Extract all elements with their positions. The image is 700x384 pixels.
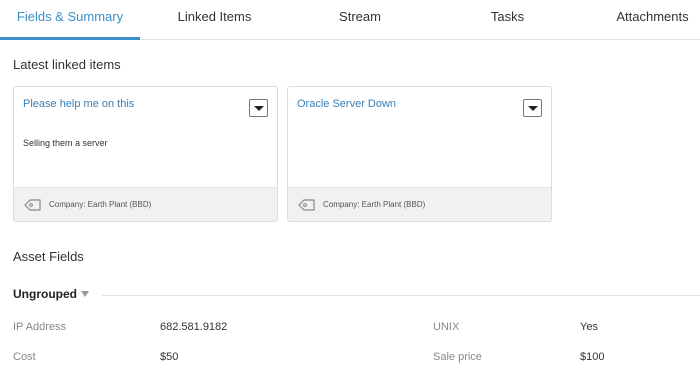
tag-icon: [298, 199, 315, 211]
tab-linked-items[interactable]: Linked Items: [157, 0, 272, 40]
linked-item-title[interactable]: Oracle Server Down: [297, 98, 396, 110]
field-label-sale-price: Sale price: [433, 351, 482, 363]
field-value-sale-price: $100: [580, 351, 605, 363]
tab-stream[interactable]: Stream: [315, 0, 405, 40]
card-menu-button[interactable]: [249, 99, 268, 117]
group-label[interactable]: Ungrouped: [13, 287, 77, 301]
group-divider: [102, 295, 700, 296]
company-label: Company: Earth Plant (BBD): [323, 200, 426, 209]
active-tab-indicator: [0, 37, 140, 40]
linked-item-card[interactable]: Oracle Server Down Company: Earth Plant …: [287, 86, 552, 222]
caret-down-icon[interactable]: [81, 291, 89, 297]
linked-item-description: Selling them a server: [23, 138, 108, 148]
tag-icon: [24, 199, 41, 211]
tab-fields-summary[interactable]: Fields & Summary: [0, 0, 140, 40]
linked-item-card[interactable]: Please help me on this Selling them a se…: [13, 86, 278, 222]
card-menu-button[interactable]: [523, 99, 542, 117]
company-label: Company: Earth Plant (BBD): [49, 200, 152, 209]
field-value-unix: Yes: [580, 321, 598, 333]
card-footer: Company: Earth Plant (BBD): [14, 187, 277, 221]
asset-fields-heading: Asset Fields: [13, 249, 84, 264]
linked-item-title[interactable]: Please help me on this: [23, 98, 134, 110]
caret-down-icon: [528, 106, 538, 111]
field-value-cost: $50: [160, 351, 179, 363]
field-label-unix: UNIX: [433, 321, 460, 333]
field-label-cost: Cost: [13, 351, 36, 363]
field-label-ip-address: IP Address: [13, 321, 66, 333]
card-footer: Company: Earth Plant (BBD): [288, 187, 551, 221]
tab-bar: Fields & Summary Linked Items Stream Tas…: [0, 0, 700, 40]
tab-attachments[interactable]: Attachments: [605, 0, 700, 40]
caret-down-icon: [254, 106, 264, 111]
field-value-ip-address: 682.581.9182: [160, 321, 228, 333]
tab-tasks[interactable]: Tasks: [465, 0, 550, 40]
latest-linked-items-heading: Latest linked items: [13, 57, 121, 72]
